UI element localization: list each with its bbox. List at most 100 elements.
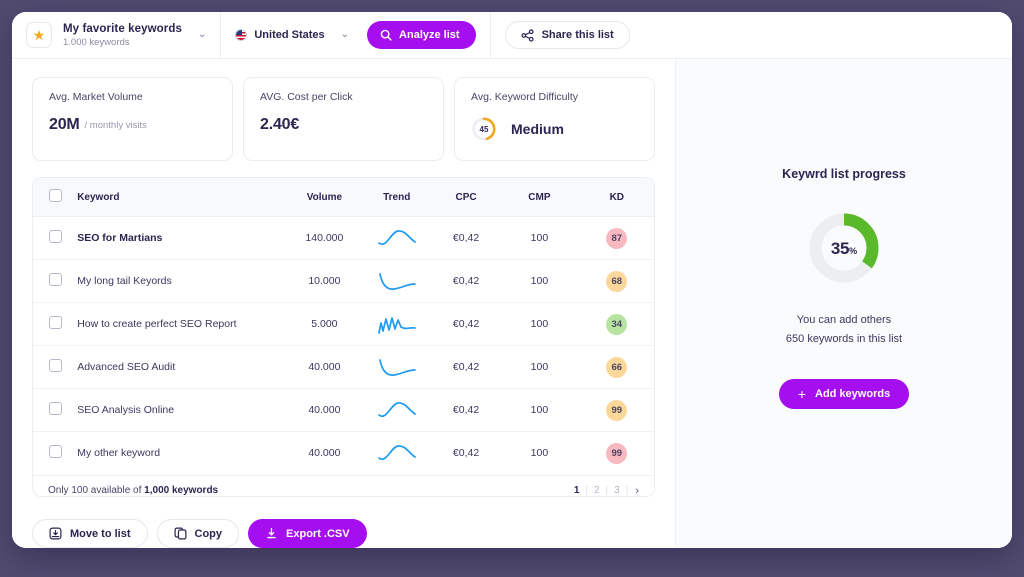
cell-cmp: 100: [499, 389, 579, 432]
cell-keyword[interactable]: How to create perfect SEO Report: [77, 303, 288, 346]
cell-keyword[interactable]: Advanced SEO Audit: [77, 346, 288, 389]
progress-ring: 35 %: [809, 213, 879, 283]
analyze-list-button[interactable]: Analyze list: [367, 21, 476, 49]
trend-sparkline-icon: [377, 268, 417, 294]
page-3[interactable]: 3: [608, 485, 626, 496]
cell-cpc: €0,42: [433, 389, 499, 432]
list-title: My favorite keywords: [63, 22, 182, 36]
search-icon: [380, 29, 392, 41]
table-row[interactable]: SEO for Martians 140.000 €0,4210087: [33, 217, 654, 260]
chevron-down-icon[interactable]: ⌄: [341, 30, 349, 40]
left-pane: Avg. Market Volume 20M / monthly visits …: [12, 59, 676, 548]
cell-keyword[interactable]: My long tail Keyords: [77, 260, 288, 303]
header-cpc[interactable]: CPC: [433, 178, 499, 217]
share-list-button[interactable]: Share this list: [505, 21, 630, 49]
top-toolbar: ★ My favorite keywords 1.000 keywords ⌄ …: [12, 12, 1012, 59]
cell-cmp: 100: [499, 432, 579, 475]
page-1[interactable]: 1: [568, 485, 586, 496]
table-row[interactable]: My long tail Keyords10.000€0,4210068: [33, 260, 654, 303]
chevron-down-icon[interactable]: ⌄: [198, 30, 206, 40]
list-meta: My favorite keywords 1.000 keywords: [63, 22, 182, 49]
share-section: Share this list: [491, 12, 644, 58]
stat-value-row: 2.40€: [260, 116, 427, 134]
header-cmp[interactable]: CMP: [499, 178, 579, 217]
cell-keyword[interactable]: SEO for Martians: [77, 217, 288, 260]
share-icon: [521, 29, 534, 42]
keyword-label: My long tail Keyords: [77, 275, 172, 287]
trend-sparkline-icon: [377, 354, 417, 380]
plus-icon: +: [798, 387, 806, 401]
action-buttons: Move to list Copy: [32, 519, 655, 548]
cell-trend: [361, 217, 433, 260]
kd-badge: 34: [606, 314, 627, 335]
cell-kd: 99: [580, 389, 654, 432]
cell-kd: 34: [580, 303, 654, 346]
stat-value: 20M: [49, 116, 80, 134]
table-body: SEO for Martians140.000€0,4210087My long…: [33, 217, 654, 475]
row-checkbox-cell: [33, 260, 77, 303]
table-row[interactable]: My other keyword40.000€0,4210099: [33, 432, 654, 475]
cell-cmp: 100: [499, 217, 579, 260]
copy-label: Copy: [195, 528, 223, 540]
list-selector[interactable]: ★ My favorite keywords 1.000 keywords ⌄: [12, 12, 220, 58]
table-row[interactable]: Advanced SEO Audit40.000€0,4210066: [33, 346, 654, 389]
move-to-list-button[interactable]: Move to list: [32, 519, 148, 548]
star-glyph: ★: [33, 28, 46, 42]
analyze-section: Analyze list: [363, 12, 490, 58]
export-csv-button[interactable]: Export .CSV: [248, 519, 367, 548]
progress-percent-value: 35: [831, 239, 849, 259]
add-keywords-button[interactable]: + Add keywords: [779, 379, 909, 409]
header-volume[interactable]: Volume: [288, 178, 360, 217]
progress-value-group: 35 %: [809, 213, 879, 283]
table-footer: Only 100 available of 1,000 keywords 1 |…: [33, 475, 654, 498]
country-label: United States: [254, 29, 324, 41]
trend-sparkline-icon: [377, 225, 417, 251]
cell-volume: 140.000: [288, 217, 360, 260]
cell-cpc: €0,42: [433, 217, 499, 260]
row-checkbox[interactable]: [49, 359, 62, 372]
header-trend[interactable]: Trend: [361, 178, 433, 217]
export-csv-label: Export .CSV: [286, 528, 350, 540]
stat-label: Avg. Keyword Difficulty: [471, 91, 638, 103]
table-head: Keyword Volume Trend CPC CMP KD: [33, 178, 654, 217]
cell-kd: 99: [580, 432, 654, 475]
copy-button[interactable]: Copy: [157, 519, 240, 548]
availability-text: Only 100 available of 1,000 keywords: [48, 485, 218, 496]
cell-kd: 87: [580, 217, 654, 260]
stat-card-cost-per-click: AVG. Cost per Click 2.40€: [243, 77, 444, 161]
cell-cmp: 100: [499, 346, 579, 389]
stat-unit: / monthly visits: [85, 120, 147, 131]
table-row[interactable]: How to create perfect SEO Report5.000€0,…: [33, 303, 654, 346]
cell-kd: 68: [580, 260, 654, 303]
row-checkbox-cell: [33, 303, 77, 346]
row-checkbox[interactable]: [49, 445, 62, 458]
row-checkbox[interactable]: [49, 402, 62, 415]
download-icon: [265, 527, 278, 540]
row-checkbox[interactable]: [49, 230, 62, 243]
pagination: 1 | 2 | 3 | ›: [568, 485, 639, 497]
stat-value-row: 20M / monthly visits: [49, 116, 216, 134]
move-to-list-label: Move to list: [70, 528, 131, 540]
cell-keyword[interactable]: My other keyword: [77, 432, 288, 475]
stat-value-row: 45 Medium: [471, 116, 638, 142]
cell-cpc: €0,42: [433, 303, 499, 346]
cell-trend: [361, 346, 433, 389]
row-checkbox[interactable]: [49, 316, 62, 329]
progress-line-2: 650 keywords in this list: [786, 330, 902, 349]
select-all-checkbox[interactable]: [49, 189, 62, 202]
chevron-right-icon[interactable]: ›: [628, 485, 639, 497]
row-checkbox[interactable]: [49, 273, 62, 286]
cell-keyword[interactable]: SEO Analysis Online: [77, 389, 288, 432]
keyword-label: My other keyword: [77, 447, 160, 459]
keyword-label: SEO for Martians: [77, 232, 162, 244]
header-keyword[interactable]: Keyword: [77, 178, 288, 217]
cell-cmp: 100: [499, 260, 579, 303]
move-to-list-icon: [49, 527, 62, 540]
cell-trend: [361, 260, 433, 303]
progress-percent-sign: %: [849, 246, 857, 256]
page-2[interactable]: 2: [588, 485, 606, 496]
availability-prefix: Only 100 available of: [48, 485, 144, 496]
table-row[interactable]: SEO Analysis Online40.000€0,4210099: [33, 389, 654, 432]
country-selector[interactable]: United States ⌄: [221, 12, 363, 58]
header-kd[interactable]: KD: [580, 178, 654, 217]
